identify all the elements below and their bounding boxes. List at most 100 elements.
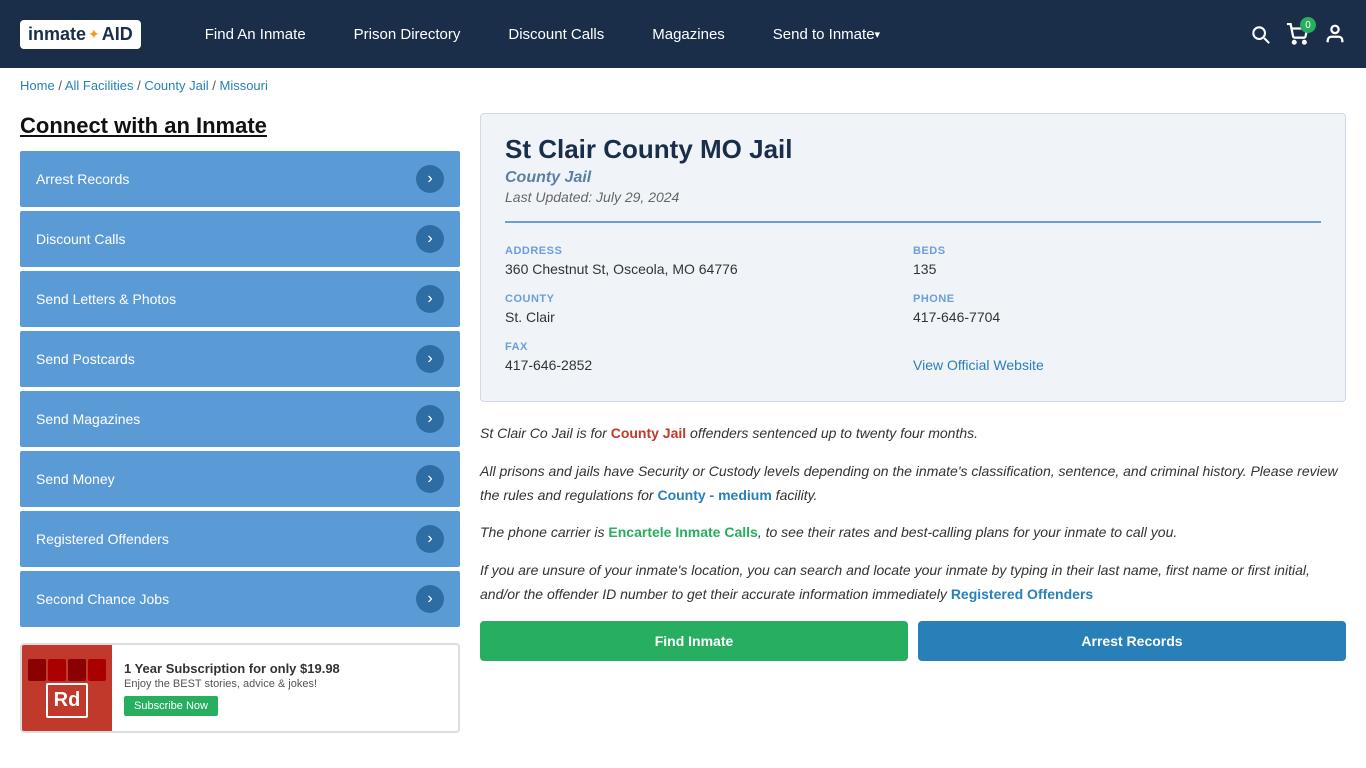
- logo[interactable]: inmate ✦ AID: [20, 20, 141, 49]
- website-link[interactable]: View Official Website: [913, 357, 1044, 373]
- send-postcards-arrow-icon: ›: [416, 345, 444, 373]
- arrest-records-label: Arrest Records: [36, 171, 129, 187]
- nav-links: Find An Inmate Prison Directory Discount…: [181, 0, 1250, 68]
- description: St Clair Co Jail is for County Jail offe…: [480, 422, 1346, 661]
- beds-label: BEDS: [913, 245, 1309, 257]
- user-button[interactable]: [1324, 23, 1346, 45]
- para1-suffix: offenders sentenced up to twenty four mo…: [686, 425, 978, 441]
- registered-offenders-arrow-icon: ›: [416, 525, 444, 553]
- description-para4: If you are unsure of your inmate's locat…: [480, 559, 1346, 607]
- breadcrumb-missouri[interactable]: Missouri: [219, 78, 267, 93]
- nav-discount-calls[interactable]: Discount Calls: [484, 0, 628, 68]
- phone-value: 417-646-7704: [913, 309, 1309, 325]
- para2-text: All prisons and jails have Security or C…: [480, 463, 1338, 503]
- send-letters-label: Send Letters & Photos: [36, 291, 176, 307]
- fax-label: FAX: [505, 341, 901, 353]
- send-magazines-arrow-icon: ›: [416, 405, 444, 433]
- second-chance-jobs-btn[interactable]: Second Chance Jobs ›: [20, 571, 460, 627]
- address-label: ADDRESS: [505, 245, 901, 257]
- address-value: 360 Chestnut St, Osceola, MO 64776: [505, 261, 901, 277]
- encartele-link[interactable]: Encartele Inmate Calls: [608, 524, 757, 540]
- facility-type: County Jail: [505, 169, 1321, 187]
- user-icon: [1324, 23, 1346, 45]
- county-label: COUNTY: [505, 293, 901, 305]
- search-button[interactable]: [1250, 24, 1270, 44]
- cart-badge: 0: [1300, 17, 1316, 33]
- find-inmate-bottom-btn[interactable]: Find Inmate: [480, 621, 908, 661]
- breadcrumb-all-facilities[interactable]: All Facilities: [65, 78, 134, 93]
- beds-group: BEDS 135: [913, 237, 1321, 285]
- second-chance-jobs-label: Second Chance Jobs: [36, 591, 169, 607]
- registered-offenders-label: Registered Offenders: [36, 531, 169, 547]
- send-magazines-btn[interactable]: Send Magazines ›: [20, 391, 460, 447]
- facility-details: ADDRESS 360 Chestnut St, Osceola, MO 647…: [505, 221, 1321, 381]
- search-icon: [1250, 24, 1270, 44]
- logo-aid-text: AID: [102, 24, 133, 45]
- send-magazines-label: Send Magazines: [36, 411, 140, 427]
- para1-prefix: St Clair Co Jail is for: [480, 425, 611, 441]
- registered-offenders-btn[interactable]: Registered Offenders ›: [20, 511, 460, 567]
- arrest-records-btn[interactable]: Arrest Records ›: [20, 151, 460, 207]
- facility-updated: Last Updated: July 29, 2024: [505, 189, 1321, 205]
- facility-name: St Clair County MO Jail: [505, 134, 1321, 165]
- ad-logo-section: Rd: [22, 645, 112, 731]
- ad-subscribe-button[interactable]: Subscribe Now: [124, 696, 218, 716]
- arrest-records-arrow-icon: ›: [416, 165, 444, 193]
- website-group: View Official Website: [913, 333, 1321, 381]
- logo-bird-icon: ✦: [88, 26, 100, 43]
- discount-calls-arrow-icon: ›: [416, 225, 444, 253]
- address-group: ADDRESS 360 Chestnut St, Osceola, MO 647…: [505, 237, 913, 285]
- phone-label: PHONE: [913, 293, 1309, 305]
- fax-group: FAX 417-646-2852: [505, 333, 913, 381]
- para4-text: If you are unsure of your inmate's locat…: [480, 562, 1310, 602]
- fax-value: 417-646-2852: [505, 357, 901, 373]
- send-postcards-btn[interactable]: Send Postcards ›: [20, 331, 460, 387]
- send-money-arrow-icon: ›: [416, 465, 444, 493]
- beds-value: 135: [913, 261, 1309, 277]
- navbar: inmate ✦ AID Find An Inmate Prison Direc…: [0, 0, 1366, 68]
- ad-rd-logo: Rd: [46, 683, 89, 718]
- sidebar-ad: Rd 1 Year Subscription for only $19.98 E…: [20, 643, 460, 733]
- breadcrumb-home[interactable]: Home: [20, 78, 55, 93]
- breadcrumb: Home / All Facilities / County Jail / Mi…: [0, 68, 1366, 103]
- sidebar-title: Connect with an Inmate: [20, 113, 460, 139]
- main-container: Connect with an Inmate Arrest Records › …: [0, 103, 1366, 753]
- send-letters-arrow-icon: ›: [416, 285, 444, 313]
- para3-prefix: The phone carrier is: [480, 524, 608, 540]
- second-chance-jobs-arrow-icon: ›: [416, 585, 444, 613]
- website-spacer: [913, 341, 1309, 353]
- para3-suffix: , to see their rates and best-calling pl…: [758, 524, 1177, 540]
- ad-content: 1 Year Subscription for only $19.98 Enjo…: [112, 653, 458, 724]
- registered-offenders-link[interactable]: Registered Offenders: [951, 586, 1093, 602]
- description-para3: The phone carrier is Encartele Inmate Ca…: [480, 521, 1346, 545]
- nav-prison-directory[interactable]: Prison Directory: [330, 0, 485, 68]
- para2-suffix: facility.: [772, 487, 818, 503]
- description-para2: All prisons and jails have Security or C…: [480, 460, 1346, 508]
- nav-magazines[interactable]: Magazines: [628, 0, 749, 68]
- ad-subtitle: Enjoy the BEST stories, advice & jokes!: [124, 678, 446, 690]
- logo-inmate-text: inmate: [28, 24, 86, 45]
- ad-title: 1 Year Subscription for only $19.98: [124, 661, 446, 676]
- nav-send-to-inmate[interactable]: Send to Inmate: [749, 0, 904, 68]
- breadcrumb-county-jail[interactable]: County Jail: [144, 78, 208, 93]
- main-content: St Clair County MO Jail County Jail Last…: [480, 113, 1346, 733]
- county-group: COUNTY St. Clair: [505, 285, 913, 333]
- sidebar: Connect with an Inmate Arrest Records › …: [20, 113, 460, 733]
- county-medium-link[interactable]: County - medium: [657, 487, 771, 503]
- send-letters-btn[interactable]: Send Letters & Photos ›: [20, 271, 460, 327]
- phone-group: PHONE 417-646-7704: [913, 285, 1321, 333]
- send-money-label: Send Money: [36, 471, 115, 487]
- nav-icons: 0: [1250, 23, 1346, 45]
- send-postcards-label: Send Postcards: [36, 351, 135, 367]
- nav-find-inmate[interactable]: Find An Inmate: [181, 0, 330, 68]
- bottom-buttons: Find Inmate Arrest Records: [480, 621, 1346, 661]
- facility-card: St Clair County MO Jail County Jail Last…: [480, 113, 1346, 402]
- discount-calls-btn[interactable]: Discount Calls ›: [20, 211, 460, 267]
- discount-calls-label: Discount Calls: [36, 231, 125, 247]
- county-value: St. Clair: [505, 309, 901, 325]
- description-para1: St Clair Co Jail is for County Jail offe…: [480, 422, 1346, 446]
- cart-button[interactable]: 0: [1286, 23, 1308, 45]
- send-money-btn[interactable]: Send Money ›: [20, 451, 460, 507]
- county-jail-link[interactable]: County Jail: [611, 425, 686, 441]
- arrest-records-bottom-btn[interactable]: Arrest Records: [918, 621, 1346, 661]
